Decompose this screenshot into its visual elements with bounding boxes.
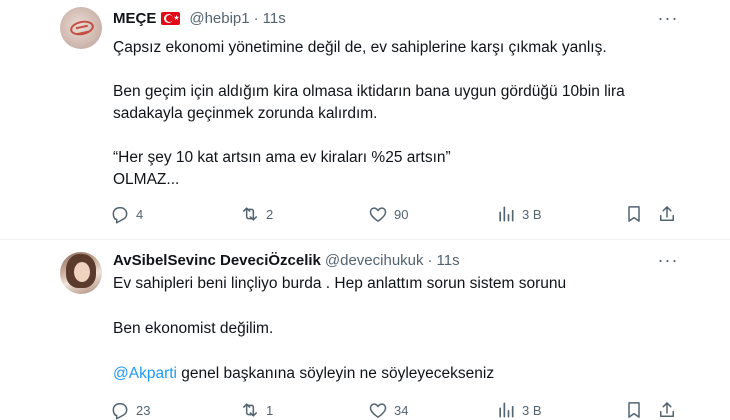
like-button[interactable]: 34 xyxy=(368,399,408,420)
views-count: 3 B xyxy=(522,402,542,418)
author-handle[interactable]: @hebip1 xyxy=(189,10,249,27)
views-button[interactable]: 3 B xyxy=(496,203,542,225)
reply-button[interactable]: 23 xyxy=(110,399,150,420)
tweet-text-line: Ben geçim için aldığım kira olmasa iktid… xyxy=(113,83,625,100)
share-icon xyxy=(657,400,677,420)
retweet-count: 1 xyxy=(266,402,274,418)
reply-count: 23 xyxy=(136,402,151,418)
avatar[interactable] xyxy=(60,7,102,49)
share-button[interactable] xyxy=(657,399,677,420)
tweet-header: MEÇE ★ @hebip1 · 11s xyxy=(113,8,286,28)
mention-link[interactable]: @Akparti xyxy=(113,365,177,382)
bookmark-icon xyxy=(624,204,644,224)
views-button[interactable]: 3 B xyxy=(496,399,542,420)
reply-icon xyxy=(110,400,130,420)
tweet-text-line: “Her şey 10 kat artsın ama ev kiraları %… xyxy=(113,149,451,166)
bookmark-button[interactable] xyxy=(624,203,644,225)
retweet-button[interactable]: 1 xyxy=(240,399,273,420)
reply-count: 4 xyxy=(136,206,144,222)
tweet-text-line: Ev sahipleri beni linçliyo burda . Hep a… xyxy=(113,275,567,292)
timestamp[interactable]: 11s xyxy=(437,252,460,269)
turkey-flag-icon: ★ xyxy=(161,11,181,25)
views-count: 3 B xyxy=(522,206,542,222)
retweet-button[interactable]: 2 xyxy=(240,203,273,225)
author-name[interactable]: AvSibelSevinc DeveciÖzcelik xyxy=(113,252,321,269)
like-count: 90 xyxy=(394,206,409,222)
retweet-icon xyxy=(240,204,260,224)
reply-button[interactable]: 4 xyxy=(110,203,143,225)
views-icon xyxy=(496,204,516,224)
author-name[interactable]: MEÇE xyxy=(113,10,156,27)
like-count: 34 xyxy=(394,402,409,418)
tweet-text-line: Çapsız ekonomi yönetimine değil de, ev s… xyxy=(113,39,607,56)
retweet-count: 2 xyxy=(266,206,274,222)
separator-dot: · xyxy=(253,9,259,27)
author-handle[interactable]: @devecihukuk xyxy=(325,252,424,269)
heart-icon xyxy=(368,204,388,224)
mention-line-text: genel başkanına söyleyin ne söyleyecekse… xyxy=(176,365,495,382)
share-button[interactable] xyxy=(657,203,677,225)
tweet-header: AvSibelSevinc DeveciÖzcelik @devecihukuk… xyxy=(113,250,460,270)
tweet-text-line: OLMAZ... xyxy=(113,171,180,188)
tweet-text-line: @Akparti genel başkanına söyleyin ne söy… xyxy=(113,363,713,385)
like-button[interactable]: 90 xyxy=(368,203,408,225)
retweet-icon xyxy=(240,400,260,420)
share-icon xyxy=(657,204,677,224)
more-options-icon[interactable]: ··· xyxy=(655,250,681,270)
views-icon xyxy=(496,400,516,420)
separator-dot: · xyxy=(427,251,433,269)
reply-icon xyxy=(110,204,130,224)
bookmark-icon xyxy=(624,400,644,420)
tweet-text-line: Ben ekonomist değilim. xyxy=(113,320,274,337)
timestamp[interactable]: 11s xyxy=(263,10,286,27)
bookmark-button[interactable] xyxy=(624,399,644,420)
tweet-text-line: sadakayla geçinmek zorunda kalırdım. xyxy=(113,105,378,122)
more-options-icon[interactable]: ··· xyxy=(655,8,681,28)
heart-icon xyxy=(368,400,388,420)
avatar[interactable] xyxy=(60,252,102,294)
